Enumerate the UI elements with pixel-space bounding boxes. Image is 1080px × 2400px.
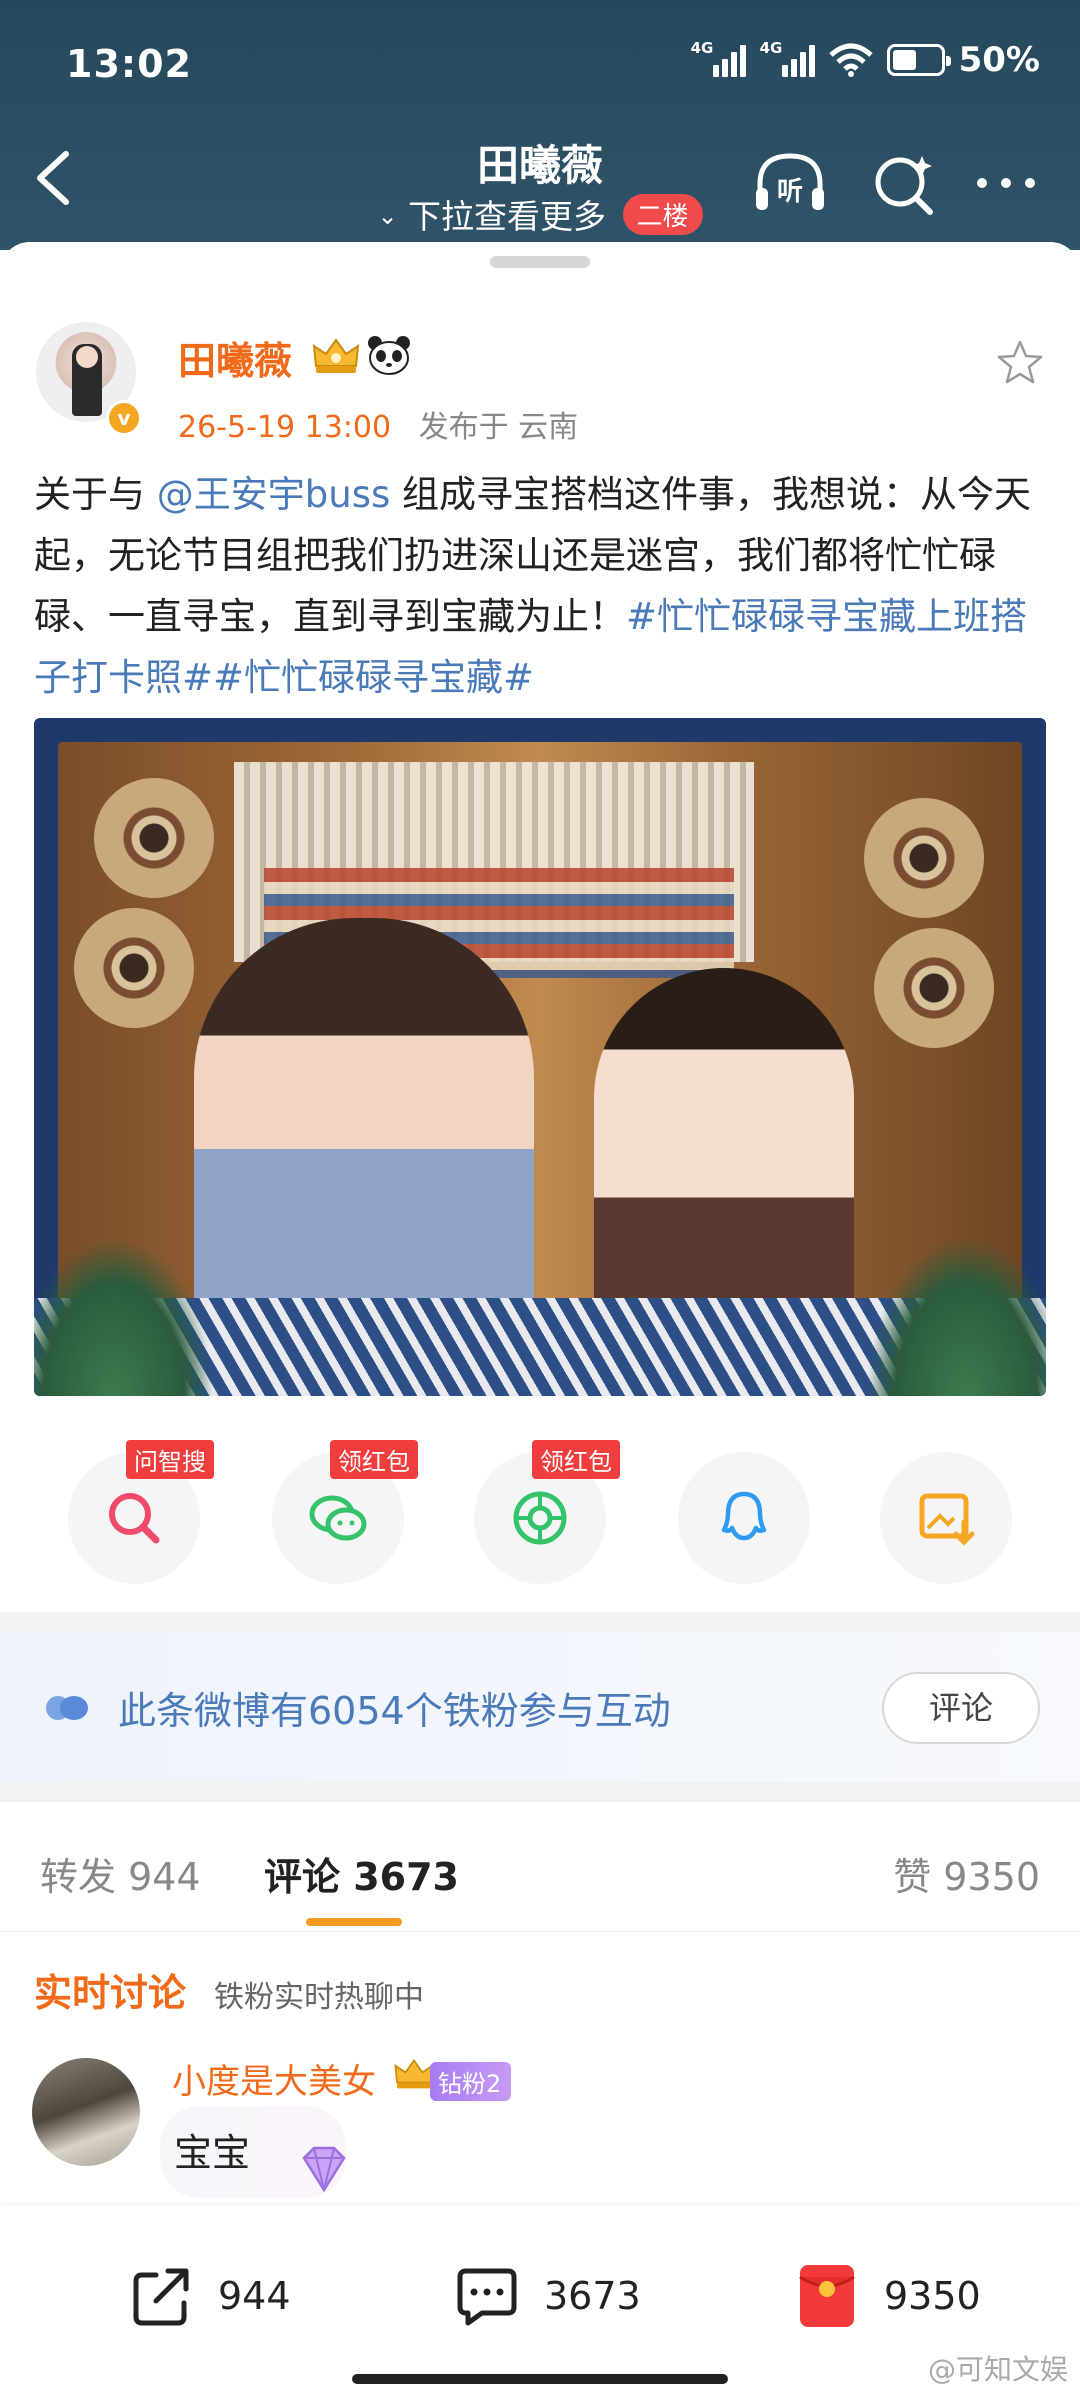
like-action[interactable]: 9350: [792, 2256, 981, 2336]
post-location: 发布于 云南: [418, 410, 579, 445]
share-row: 问智搜 领红包 领红包: [0, 1440, 1080, 1592]
watermark: @可知文娱: [927, 2353, 1068, 2386]
wechat-icon: [309, 1495, 367, 1541]
wifi-icon: [828, 43, 873, 77]
repost-icon: [133, 2268, 189, 2326]
home-indicator[interactable]: [352, 2374, 728, 2384]
listen-icon[interactable]: 听: [752, 150, 828, 216]
battery-percent: 50%: [958, 40, 1040, 80]
signal-icon: 4G: [691, 39, 746, 77]
diamond-icon: [302, 2146, 346, 2193]
tab-repost[interactable]: 转发 944: [40, 1846, 201, 1901]
pull-down-text: 下拉查看更多: [408, 197, 607, 236]
red-packet-icon: [799, 2265, 855, 2327]
share-wechat[interactable]: 领红包: [272, 1440, 418, 1584]
qq-icon: [721, 1491, 767, 1541]
fan-level-badge: 钻粉2: [430, 2062, 512, 2101]
share-tag: 领红包: [330, 1440, 418, 1479]
comment-count: 3673: [544, 2274, 641, 2318]
author-name[interactable]: 田曦薇: [178, 330, 292, 385]
chevron-down-icon: ⌄: [377, 202, 398, 230]
interaction-tabs: 转发 944 评论 3673 赞 9350: [0, 1802, 1080, 1932]
tab-comment[interactable]: 评论 3673: [264, 1846, 459, 1901]
commenter-avatar[interactable]: [32, 2058, 140, 2166]
mention-link[interactable]: @王安宇buss: [157, 473, 391, 516]
repost-action[interactable]: 944: [126, 2256, 291, 2336]
share-qq[interactable]: [678, 1452, 810, 1584]
tab-active-indicator: [306, 1918, 402, 1926]
status-icons: 4G 4G 50%: [691, 39, 1040, 80]
share-ask-search[interactable]: 问智搜: [68, 1440, 214, 1584]
verified-icon: v: [106, 400, 142, 436]
crown-icon: [312, 338, 360, 373]
fans-banner-text: 此条微博有6054个铁粉参与互动: [118, 1689, 671, 1733]
save-image-icon: [919, 1493, 975, 1546]
realtime-title: 实时讨论: [34, 1971, 187, 2015]
header-bar: 13:02 4G 4G 50% 田曦薇 ⌄ 下拉查看更多 二楼 听: [0, 0, 1080, 250]
post-meta: 26-5-19 13:00 发布于 云南: [178, 402, 578, 446]
share-tag: 问智搜: [126, 1440, 214, 1479]
share-moments[interactable]: 领红包: [474, 1440, 620, 1584]
signal-label-2: 4G: [759, 39, 783, 57]
comment-button[interactable]: 评论: [882, 1672, 1040, 1744]
more-icon[interactable]: [968, 150, 1044, 216]
post-photo[interactable]: [34, 718, 1046, 1396]
tab-like[interactable]: 赞 9350: [893, 1846, 1040, 1901]
comment-icon: [457, 2268, 517, 2326]
svg-text:听: 听: [777, 177, 803, 207]
battery-icon: [886, 44, 951, 76]
second-floor-badge: 二楼: [622, 194, 703, 235]
share-tag: 领红包: [532, 1440, 620, 1479]
post-time: 26-5-19 13:00: [178, 410, 392, 445]
status-time: 13:02: [66, 42, 192, 86]
section-divider: [0, 1612, 1080, 1632]
section-divider: [0, 1782, 1080, 1802]
post-text-part: 关于与: [34, 473, 157, 516]
drag-handle[interactable]: [490, 256, 590, 268]
search-ai-icon[interactable]: [868, 150, 944, 216]
repost-count: 944: [218, 2274, 291, 2318]
fans-interaction-banner: 此条微博有6054个铁粉参与互动 评论: [0, 1632, 1080, 1782]
commenter-name[interactable]: 小度是大美女: [172, 2054, 376, 2103]
post-body: 关于与 @王安宇buss 组成寻宝搭档这件事，我想说：从今天起，无论节目组把我们…: [34, 464, 1050, 708]
fans-icon: [46, 1696, 88, 1720]
star-icon[interactable]: [996, 338, 1044, 386]
share-save-image[interactable]: [880, 1452, 1012, 1584]
like-count: 9350: [884, 2274, 981, 2318]
signal-icon-2: 4G: [760, 39, 815, 77]
status-bar: 13:02 4G 4G 50%: [66, 34, 1040, 94]
post-card: v 田曦薇 26-5-19 13:00 发布于 云南 关于与 @王安宇buss …: [0, 242, 1080, 1612]
signal-label: 4G: [690, 39, 714, 57]
moments-icon: [513, 1491, 567, 1545]
comment-text: 宝宝: [174, 2131, 251, 2175]
search-icon: [109, 1493, 160, 1544]
realtime-subtitle: 铁粉实时热聊中: [214, 1980, 424, 2015]
comment-action[interactable]: 3673: [452, 2256, 641, 2336]
panda-icon: [368, 336, 410, 375]
bottom-action-bar: 944 3673 9350: [0, 2206, 1080, 2400]
